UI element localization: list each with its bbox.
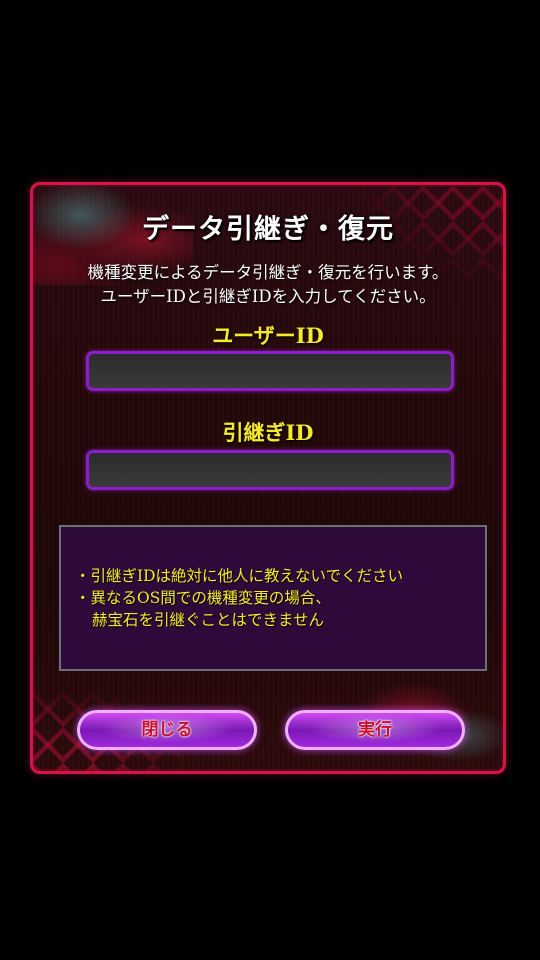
- notice-line-3: 赫宝石を引継ぐことはできません: [92, 611, 325, 629]
- user-id-label: ユーザーID: [212, 323, 324, 348]
- user-id-input[interactable]: [86, 351, 454, 391]
- description-line-1: 機種変更によるデータ引継ぎ・復元を行います。: [87, 263, 449, 282]
- notice-box: ・引継ぎIDは絶対に他人に教えないでください ・異なるOS間での機種変更の場合、…: [59, 525, 487, 671]
- transfer-id-label: 引継ぎID: [222, 420, 314, 445]
- screen: データ引継ぎ・復元 機種変更によるデータ引継ぎ・復元を行います。 ユーザーIDと…: [0, 0, 540, 960]
- notice-line-2: ・異なるOS間での機種変更の場合、: [75, 589, 331, 607]
- data-transfer-dialog: データ引継ぎ・復元 機種変更によるデータ引継ぎ・復元を行います。 ユーザーIDと…: [30, 182, 506, 774]
- transfer-id-input[interactable]: [86, 450, 454, 490]
- dialog-description: 機種変更によるデータ引継ぎ・復元を行います。 ユーザーIDと引継ぎIDを入力して…: [33, 261, 503, 309]
- execute-button[interactable]: 実行: [285, 710, 465, 750]
- dialog-title: データ引継ぎ・復元: [142, 214, 394, 245]
- description-line-2: ユーザーIDと引継ぎIDを入力してください。: [100, 287, 436, 306]
- notice-list: ・引継ぎIDは絶対に他人に教えないでください ・異なるOS間での機種変更の場合、…: [75, 565, 403, 631]
- close-button[interactable]: 閉じる: [77, 710, 257, 750]
- notice-line-1: ・引継ぎIDは絶対に他人に教えないでください: [75, 567, 404, 585]
